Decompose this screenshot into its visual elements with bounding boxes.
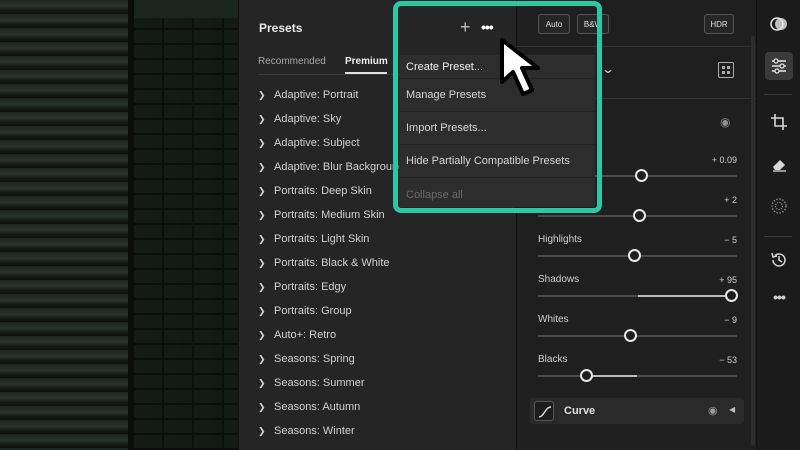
preset-group-label: Portraits: Medium Skin — [274, 209, 385, 221]
slider-knob[interactable] — [627, 249, 641, 262]
preset-group-label: Seasons: Summer — [274, 377, 365, 389]
edit-panel-scrollbar[interactable] — [751, 36, 755, 446]
chevron-right-icon: ❯ — [258, 89, 266, 100]
preset-group-item[interactable]: ❯ Seasons: Winter — [258, 419, 516, 443]
preset-group-label: Seasons: Winter — [274, 425, 355, 437]
preset-group-label: Adaptive: Portrait — [274, 89, 359, 101]
preset-group-label: Portraits: Light Skin — [274, 233, 370, 245]
preset-group-item[interactable]: ❯ Auto+: Retro — [258, 323, 516, 347]
chevron-right-icon: ❯ — [258, 377, 266, 388]
preset-group-item[interactable]: ❯ Seasons: Summer — [258, 371, 516, 395]
slider-value[interactable]: − 53 — [719, 355, 737, 365]
slider-value[interactable]: + 95 — [719, 275, 737, 285]
slider-value[interactable]: − 5 — [724, 235, 737, 245]
chevron-right-icon: ❯ — [258, 185, 266, 196]
slider-label: Whites — [538, 314, 569, 325]
curve-icon — [534, 401, 554, 421]
preset-group-label: Adaptive: Subject — [274, 137, 360, 149]
preset-group-label: Portraits: Black & White — [274, 257, 390, 269]
tab-recommended[interactable]: Recommended — [258, 56, 326, 67]
chevron-right-icon: ❯ — [258, 305, 266, 316]
preset-group-label: Seasons: Autumn — [274, 401, 361, 413]
presets-title: Presets — [259, 21, 303, 35]
slider-value[interactable]: + 0.09 — [712, 155, 737, 165]
slider-track[interactable] — [538, 335, 737, 337]
tab-premium[interactable]: Premium — [345, 56, 388, 67]
chevron-right-icon: ❯ — [258, 233, 266, 244]
chevron-right-icon: ❯ — [258, 161, 266, 172]
presets-icon[interactable] — [765, 10, 793, 38]
slider-knob[interactable] — [623, 329, 637, 342]
preset-group-item[interactable]: ❯ Portraits: Group — [258, 299, 516, 323]
preset-group-label: Adaptive: Blur Background — [274, 161, 405, 173]
slider-label: Blacks — [538, 354, 568, 365]
preset-group-label: Portraits: Group — [274, 305, 352, 317]
slider-label: Highlights — [538, 234, 582, 245]
chevron-down-icon[interactable]: ⌄ — [601, 62, 615, 76]
preset-group-label: Auto+: Retro — [274, 329, 337, 341]
eye-icon[interactable]: ◉ — [708, 404, 718, 417]
active-tab-indicator — [345, 72, 387, 74]
slider-track[interactable] — [538, 375, 737, 377]
chevron-right-icon: ❯ — [258, 329, 266, 340]
preset-group-item[interactable]: ❯ Portraits: Edgy — [258, 275, 516, 299]
slider-knob[interactable] — [725, 289, 739, 302]
chevron-right-icon: ❯ — [258, 401, 266, 412]
preset-group-label: Portraits: Edgy — [274, 281, 347, 293]
photo-brick-wall — [134, 0, 238, 450]
chevron-right-icon: ❯ — [258, 113, 266, 124]
chevron-right-icon: ❯ — [258, 257, 266, 268]
preset-group-label: Portraits: Deep Skin — [274, 185, 372, 197]
history-icon[interactable] — [765, 246, 793, 274]
chevron-right-icon: ❯ — [258, 137, 266, 148]
slider-track[interactable] — [538, 295, 737, 297]
photo-canvas[interactable] — [0, 0, 238, 450]
slider-knob[interactable] — [579, 369, 593, 382]
edit-sliders-icon[interactable] — [765, 52, 793, 80]
chevron-right-icon: ❯ — [258, 281, 266, 292]
curve-label: Curve — [564, 405, 596, 417]
eraser-icon[interactable] — [765, 150, 793, 178]
masking-icon[interactable] — [765, 192, 793, 220]
chevron-right-icon: ❯ — [258, 425, 266, 436]
crop-icon[interactable] — [765, 108, 793, 136]
more-icon[interactable]: ••• — [765, 283, 793, 311]
mouse-cursor-icon — [496, 34, 566, 104]
highlight-frame — [393, 1, 602, 213]
preset-group-label: Adaptive: Sky — [274, 113, 342, 125]
preset-group-item[interactable]: ❯ Seasons: Spring — [258, 347, 516, 371]
eye-icon[interactable]: ◉ — [720, 115, 730, 129]
slider-label: Shadows — [538, 274, 580, 285]
preset-group-item[interactable]: ❯ Portraits: Light Skin — [258, 227, 516, 251]
slider-value[interactable]: + 2 — [724, 195, 737, 205]
preset-group-item[interactable]: ❯ Portraits: Black & White — [258, 251, 516, 275]
photo-shutter — [0, 0, 130, 450]
preset-group-item[interactable]: ❯ Seasons: Autumn — [258, 395, 516, 419]
slider-value[interactable]: − 9 — [724, 315, 737, 325]
preset-group-label: Seasons: Spring — [274, 353, 355, 365]
expand-arrow-icon[interactable]: ◀ — [729, 405, 735, 414]
grid-view-icon[interactable] — [718, 62, 734, 78]
chevron-right-icon: ❯ — [258, 209, 266, 220]
hdr-button[interactable]: HDR — [704, 14, 734, 34]
chevron-right-icon: ❯ — [258, 353, 266, 364]
